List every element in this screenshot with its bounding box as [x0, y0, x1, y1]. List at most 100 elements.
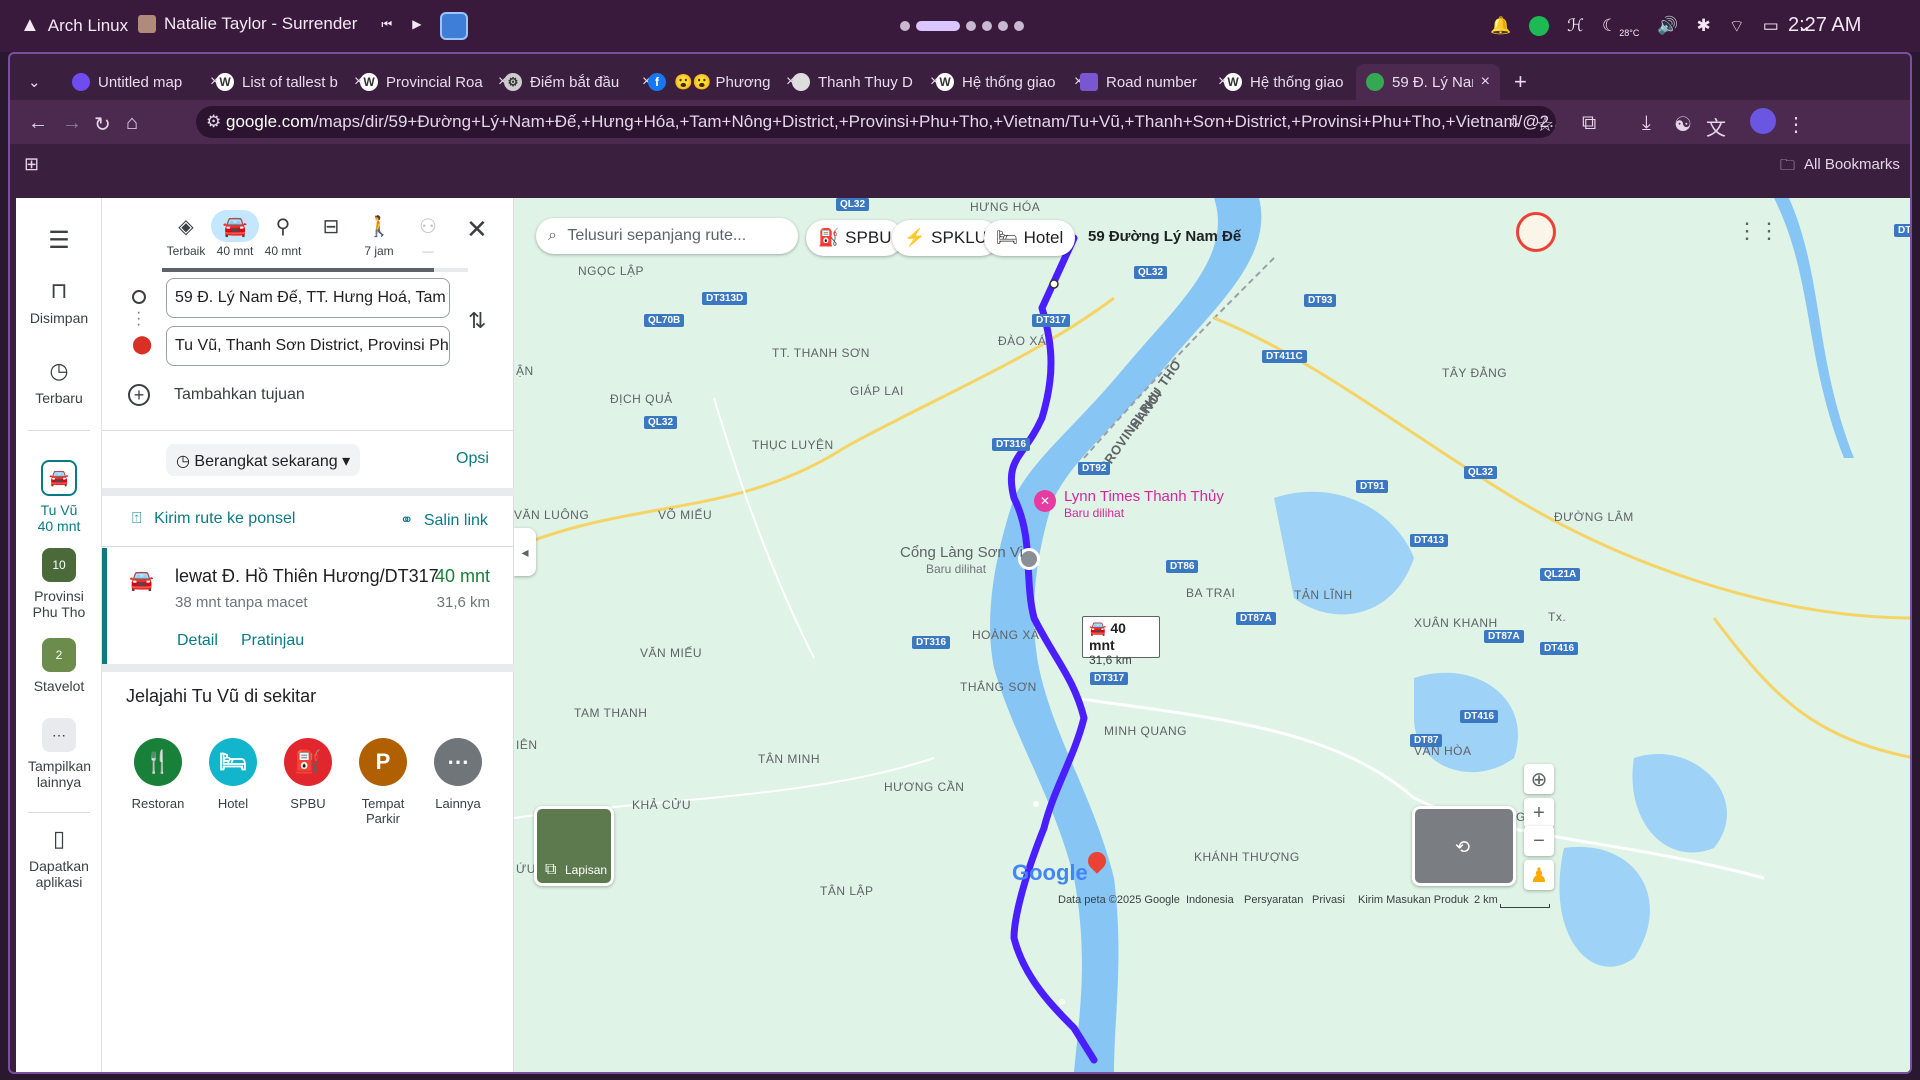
- rail-item-stavelot[interactable]: 2 Stavelot: [16, 638, 102, 694]
- back-icon[interactable]: ←: [28, 112, 48, 135]
- tab[interactable]: Road number ×: [1070, 64, 1237, 100]
- install-app-icon[interactable]: ⇩: [1508, 112, 1521, 132]
- get-app-button[interactable]: ▯ Dapatkan aplikasi: [16, 826, 102, 890]
- route-callout[interactable]: 🚘 40 mnt 31,6 km: [1082, 616, 1160, 667]
- battery-icon[interactable]: ▭: [1763, 16, 1779, 36]
- add-destination-icon[interactable]: +: [128, 384, 150, 406]
- copy-link-button[interactable]: ⚭ Salin link: [400, 510, 488, 530]
- tab-list-button[interactable]: ⌄: [18, 64, 51, 100]
- home-icon[interactable]: ⌂: [126, 112, 138, 135]
- mode-walking[interactable]: 🚶 7 jam: [355, 210, 403, 259]
- mode-bicycle[interactable]: ⚇ —: [404, 210, 452, 259]
- pegman-button[interactable]: ♟: [1524, 860, 1554, 890]
- mode-motorcycle[interactable]: ⚲ 40 mnt: [259, 210, 307, 259]
- zoom-out-button[interactable]: −: [1524, 826, 1554, 856]
- my-location-button[interactable]: ⊕: [1524, 764, 1554, 794]
- tab[interactable]: W List of tallest b ×: [206, 64, 373, 100]
- country-link[interactable]: Indonesia: [1186, 894, 1234, 906]
- extensions-icon[interactable]: ⧉: [1582, 112, 1596, 135]
- input-method-icon[interactable]: ℋ: [1567, 16, 1584, 36]
- chip-ev[interactable]: ⚡ SPKLU: [892, 220, 999, 256]
- rail-item-provinsi-phu-tho[interactable]: 10 Provinsi Phu Tho: [16, 548, 102, 620]
- all-bookmarks-label[interactable]: All Bookmarks: [1804, 156, 1900, 173]
- preview-button[interactable]: Pratinjau: [241, 632, 304, 650]
- terms-link[interactable]: Persyaratan: [1244, 894, 1303, 906]
- depart-time-select[interactable]: ◷ Berangkat sekarang ▾: [166, 444, 361, 476]
- swap-directions-icon[interactable]: ⇅: [468, 308, 486, 334]
- mode-driving[interactable]: 🚘 40 mnt: [211, 210, 259, 258]
- arch-menu[interactable]: ▲ Arch Linux: [20, 14, 128, 37]
- destination-input[interactable]: Tu Vũ, Thanh Sơn District, Provinsi Phu …: [166, 326, 450, 366]
- chip-gas[interactable]: ⛽ SPBU: [806, 220, 904, 256]
- zoom-in-button[interactable]: +: [1524, 798, 1554, 828]
- rail-badge: 10: [52, 558, 66, 572]
- incognito-icon[interactable]: ☯: [1674, 112, 1692, 137]
- menu-button[interactable]: ☰: [16, 226, 102, 261]
- poi-label[interactable]: Cổng Làng Sơn Vi: [900, 544, 1023, 561]
- translate-icon[interactable]: 文: [1706, 112, 1726, 141]
- category-gas-station[interactable]: ⛽ SPBU: [273, 738, 343, 811]
- apps-grid-icon[interactable]: ⊞: [24, 154, 39, 175]
- options-button[interactable]: Opsi: [456, 450, 489, 468]
- media-widget[interactable]: Natalie Taylor - Surrender ⏮ ▶ ⏭: [138, 14, 452, 34]
- feedback-link[interactable]: Kirim Masukan Produk: [1358, 894, 1469, 906]
- map-canvas[interactable]: HƯNG HÓA NGỌC LẬP ĐÀO XÁ TT. THANH SƠN G…: [514, 198, 1910, 1072]
- send-route-button[interactable]: ⍐ Kirim rute ke ponsel: [132, 510, 295, 528]
- account-avatar[interactable]: [1516, 212, 1556, 252]
- more-menu-icon[interactable]: ⋮: [1786, 112, 1806, 137]
- route-option-card[interactable]: 🚘 lewat Đ. Hồ Thiên Hương/DT317 40 mnt 3…: [102, 548, 514, 664]
- tab-active[interactable]: 59 Đ. Lý Nam ×: [1356, 64, 1500, 100]
- bookmark-star-icon[interactable]: ☆: [1536, 112, 1554, 137]
- folder-icon[interactable]: 🗀: [1780, 155, 1795, 180]
- site-info-icon[interactable]: ⚙: [206, 112, 221, 132]
- tab[interactable]: Thanh Thuy D ×: [782, 64, 949, 100]
- rail-item-tu-vu[interactable]: 🚘 Tu Vũ 40 mnt: [16, 460, 102, 534]
- mode-best[interactable]: ◈ Terbaik: [162, 210, 210, 259]
- scale-label[interactable]: 2 km: [1474, 894, 1498, 906]
- street-view-thumbnail[interactable]: ⟲: [1412, 806, 1516, 886]
- address-bar[interactable]: ⚙ google.com/maps/dir/59+Đường+Lý+Nam+Đế…: [196, 106, 1556, 138]
- profile-avatar[interactable]: [1750, 108, 1776, 134]
- volume-icon[interactable]: 🔊: [1657, 16, 1678, 36]
- clock[interactable]: 2:27 AM: [1788, 14, 1861, 37]
- category-restaurant[interactable]: 🍴 Restoran: [123, 738, 193, 811]
- route-search-box[interactable]: ⌕ Telusuri sepanjang rute...: [536, 218, 798, 254]
- reload-icon[interactable]: ↻: [94, 112, 111, 137]
- tab[interactable]: f 😮😮 Phương ×: [638, 64, 805, 100]
- spotify-icon[interactable]: [1529, 16, 1550, 36]
- close-icon[interactable]: ×: [1481, 73, 1490, 91]
- add-destination-label[interactable]: Tambahkan tujuan: [174, 386, 305, 404]
- privacy-link[interactable]: Privasi: [1312, 894, 1345, 906]
- tab[interactable]: W Provincial Roa ×: [350, 64, 517, 100]
- chip-hotel[interactable]: 🛏 Hotel: [984, 220, 1076, 256]
- details-button[interactable]: Detail: [177, 632, 218, 650]
- bluetooth-icon[interactable]: ✱: [1697, 16, 1711, 36]
- chrome-taskbar-icon[interactable]: [440, 12, 468, 40]
- layers-button[interactable]: ⧉ Lapisan: [534, 806, 614, 886]
- forward-icon[interactable]: →: [62, 112, 82, 135]
- collapse-panel-button[interactable]: ◂: [514, 528, 536, 576]
- category-parking[interactable]: P Tempat Parkir: [348, 738, 418, 826]
- wifi-icon[interactable]: ⌔: [1729, 16, 1745, 37]
- close-icon[interactable]: ✕: [466, 214, 488, 245]
- category-hotel[interactable]: 🛏 Hotel: [198, 738, 268, 811]
- recent-button[interactable]: ◷ Terbaru: [16, 358, 102, 406]
- category-more[interactable]: ⋯ Lainnya: [423, 738, 493, 811]
- download-icon[interactable]: ⤓: [1642, 112, 1651, 135]
- previous-track-icon[interactable]: ⏮: [381, 17, 392, 32]
- saved-button[interactable]: ⊓ Disimpan: [16, 278, 102, 326]
- apps-grid-icon[interactable]: ⋮⋮: [1736, 218, 1780, 244]
- play-icon[interactable]: ▶: [412, 17, 421, 31]
- tab[interactable]: Untitled map ×: [62, 64, 229, 100]
- show-more-button[interactable]: ⋯ Tampilkan lainnya: [16, 718, 102, 790]
- start-location-label[interactable]: 59 Đường Lý Nam Đế: [1088, 228, 1241, 245]
- mode-transit[interactable]: ⊟: [307, 210, 355, 244]
- weather-moon-icon[interactable]: ☾: [1602, 16, 1617, 36]
- poi-pin-icon[interactable]: ✕: [1034, 490, 1056, 512]
- new-tab-button[interactable]: +: [1504, 64, 1537, 100]
- notification-bell-icon[interactable]: 🔔: [1490, 16, 1511, 36]
- tab[interactable]: WHệ thống giao×: [926, 64, 1093, 100]
- origin-input[interactable]: 59 Đ. Lý Nam Đế, TT. Hưng Hoá, Tam Nông: [166, 278, 450, 318]
- poi-label[interactable]: Lynn Times Thanh Thủy: [1064, 488, 1224, 505]
- tab[interactable]: ⚙ Điểm bắt đầu ×: [494, 64, 661, 100]
